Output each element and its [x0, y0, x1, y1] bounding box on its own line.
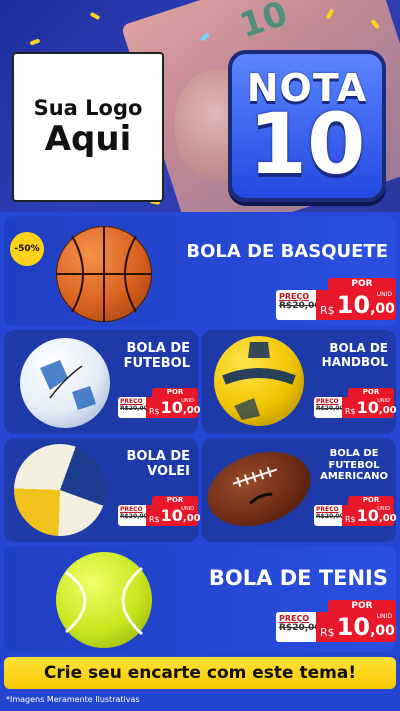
price-value: 10: [336, 613, 371, 641]
price-por-label: POR: [328, 600, 396, 612]
price-unit: UNID: [181, 398, 194, 404]
title-line: VOLEI: [147, 463, 190, 479]
american-football-icon: [197, 439, 321, 539]
price-preco-label: PREÇO: [120, 506, 143, 513]
price-tag: POR PREÇO R$20,00 R$ 10 ,00 UNID: [314, 388, 397, 418]
product-title: BOLA DE BASQUETE: [186, 241, 388, 262]
footnote: *Imagens Meramente Ilustrativas: [6, 695, 140, 704]
price-new-box: R$ 10 ,00 UNID: [342, 505, 397, 526]
price-old-value: R$20,00: [279, 623, 321, 633]
price-currency: R$: [320, 304, 335, 317]
price-unit: UNID: [181, 506, 194, 512]
price-old-box: PREÇO R$20,00: [314, 505, 344, 526]
price-cents: ,00: [182, 513, 201, 524]
title-line: BOLA DE: [126, 449, 190, 464]
price-por-label: POR: [152, 496, 198, 505]
price-por-label: POR: [328, 278, 396, 290]
price-new-box: R$ 10 ,00 UNID: [146, 397, 201, 418]
title-line: BOLA DE: [329, 341, 388, 355]
logo-line1: Sua Logo: [33, 95, 143, 120]
product-title: BOLA DE FUTEBOL AMERICANO: [320, 448, 388, 483]
product-title: BOLA DE TENIS: [208, 566, 388, 590]
hero-banner: 10 Sua Logo Aqui NOTA 10: [0, 0, 400, 212]
price-tag: POR PREÇO R$20,00 R$ 10 ,00 UNID: [314, 496, 397, 526]
price-tag: POR PREÇO R$20,00 R$ 10 ,00 UNID: [276, 278, 396, 320]
product-area: -50% BOLA DE BASQUETE POR PREÇO R$20,00 …: [0, 212, 400, 711]
price-unit: UNID: [376, 291, 392, 298]
title-line: AMERICANO: [320, 471, 388, 482]
price-preco-label: PREÇO: [279, 614, 310, 623]
title-line: HANDBOL: [321, 354, 388, 369]
tennis-ball-icon: [56, 552, 152, 648]
soccer-ball-icon: [20, 338, 110, 428]
price-old-value: R$20,00: [120, 513, 148, 520]
price-cents: ,00: [370, 301, 395, 317]
price-old-value: R$20,00: [120, 405, 148, 412]
price-unit: UNID: [376, 613, 392, 620]
price-currency: R$: [149, 407, 160, 416]
price-old-box: PREÇO R$20,00: [118, 397, 148, 418]
price-tag: POR PREÇO R$20,00 R$ 10 ,00 UNID: [118, 496, 201, 526]
cta-button[interactable]: Crie seu encarte com este tema!: [4, 657, 396, 689]
nota-10-badge: NOTA 10: [228, 50, 386, 202]
product-title: BOLA DE HANDBOL: [321, 341, 388, 370]
confetti: [29, 38, 41, 46]
price-cents: ,00: [182, 405, 201, 416]
price-value: 10: [356, 398, 379, 417]
price-currency: R$: [345, 515, 356, 524]
price-cents: ,00: [370, 623, 395, 639]
price-tag: POR PREÇO R$20,00 R$ 10 ,00 UNID: [118, 388, 201, 418]
price-por-label: POR: [348, 496, 394, 505]
price-old-box: PREÇO R$20,00: [118, 505, 148, 526]
title-line: FUTEBOL: [328, 459, 380, 471]
product-card-soccer[interactable]: BOLA DE FUTEBOL POR PREÇO R$20,00 R$ 10 …: [4, 330, 201, 434]
price-new-box: R$ 10 ,00 UNID: [146, 505, 201, 526]
product-card-volleyball[interactable]: BOLA DE VOLEI POR PREÇO R$20,00 R$ 10 ,0…: [4, 438, 201, 542]
product-card-handball[interactable]: BOLA DE HANDBOL POR PREÇO R$20,00 R$ 10 …: [202, 330, 397, 434]
price-cents: ,00: [378, 405, 397, 416]
price-value: 10: [336, 291, 371, 319]
price-preco-label: PREÇO: [120, 398, 143, 405]
price-old-box: PREÇO R$20,00: [276, 290, 321, 320]
price-currency: R$: [320, 626, 335, 639]
price-old-value: R$20,00: [316, 513, 344, 520]
price-por-label: POR: [152, 388, 198, 397]
featured-product-basketball[interactable]: -50% BOLA DE BASQUETE POR PREÇO R$20,00 …: [4, 216, 396, 326]
price-old-box: PREÇO R$20,00: [314, 397, 344, 418]
title-line: BOLA DE: [126, 341, 190, 356]
title-line: FUTEBOL: [123, 355, 190, 371]
price-unit: UNID: [377, 506, 390, 512]
price-preco-label: PREÇO: [316, 398, 339, 405]
product-title: BOLA DE VOLEI: [126, 449, 190, 480]
price-por-label: POR: [348, 388, 394, 397]
price-new-box: R$ 10 ,00 UNID: [316, 612, 396, 642]
price-currency: R$: [149, 515, 160, 524]
price-cents: ,00: [378, 513, 397, 524]
price-value: 10: [160, 506, 183, 525]
price-new-box: R$ 10 ,00 UNID: [342, 397, 397, 418]
volleyball-icon: [14, 444, 106, 536]
basketball-icon: [56, 226, 152, 322]
price-old-box: PREÇO R$20,00: [276, 612, 321, 642]
confetti: [89, 11, 101, 21]
logo-line2: Aqui: [44, 118, 132, 159]
handball-icon: [214, 336, 304, 426]
price-preco-label: PREÇO: [279, 292, 310, 301]
title-line: BOLA DE: [329, 448, 379, 459]
price-preco-label: PREÇO: [316, 506, 339, 513]
price-unit: UNID: [377, 398, 390, 404]
nota-number: 10: [248, 95, 366, 194]
product-card-american-football[interactable]: BOLA DE FUTEBOL AMERICANO POR PREÇO R$20…: [197, 438, 397, 542]
price-old-value: R$20,00: [316, 405, 344, 412]
featured-product-tennis[interactable]: BOLA DE TENIS POR PREÇO R$20,00 R$ 10 ,0…: [4, 546, 396, 652]
price-currency: R$: [345, 407, 356, 416]
price-tag: POR PREÇO R$20,00 R$ 10 ,00 UNID: [276, 600, 396, 642]
price-value: 10: [160, 398, 183, 417]
price-value: 10: [356, 506, 379, 525]
price-old-value: R$20,00: [279, 301, 321, 311]
logo-placeholder: Sua Logo Aqui: [12, 52, 164, 202]
product-title: BOLA DE FUTEBOL: [123, 341, 190, 372]
discount-badge: -50%: [10, 232, 44, 266]
price-new-box: R$ 10 ,00 UNID: [316, 290, 396, 320]
